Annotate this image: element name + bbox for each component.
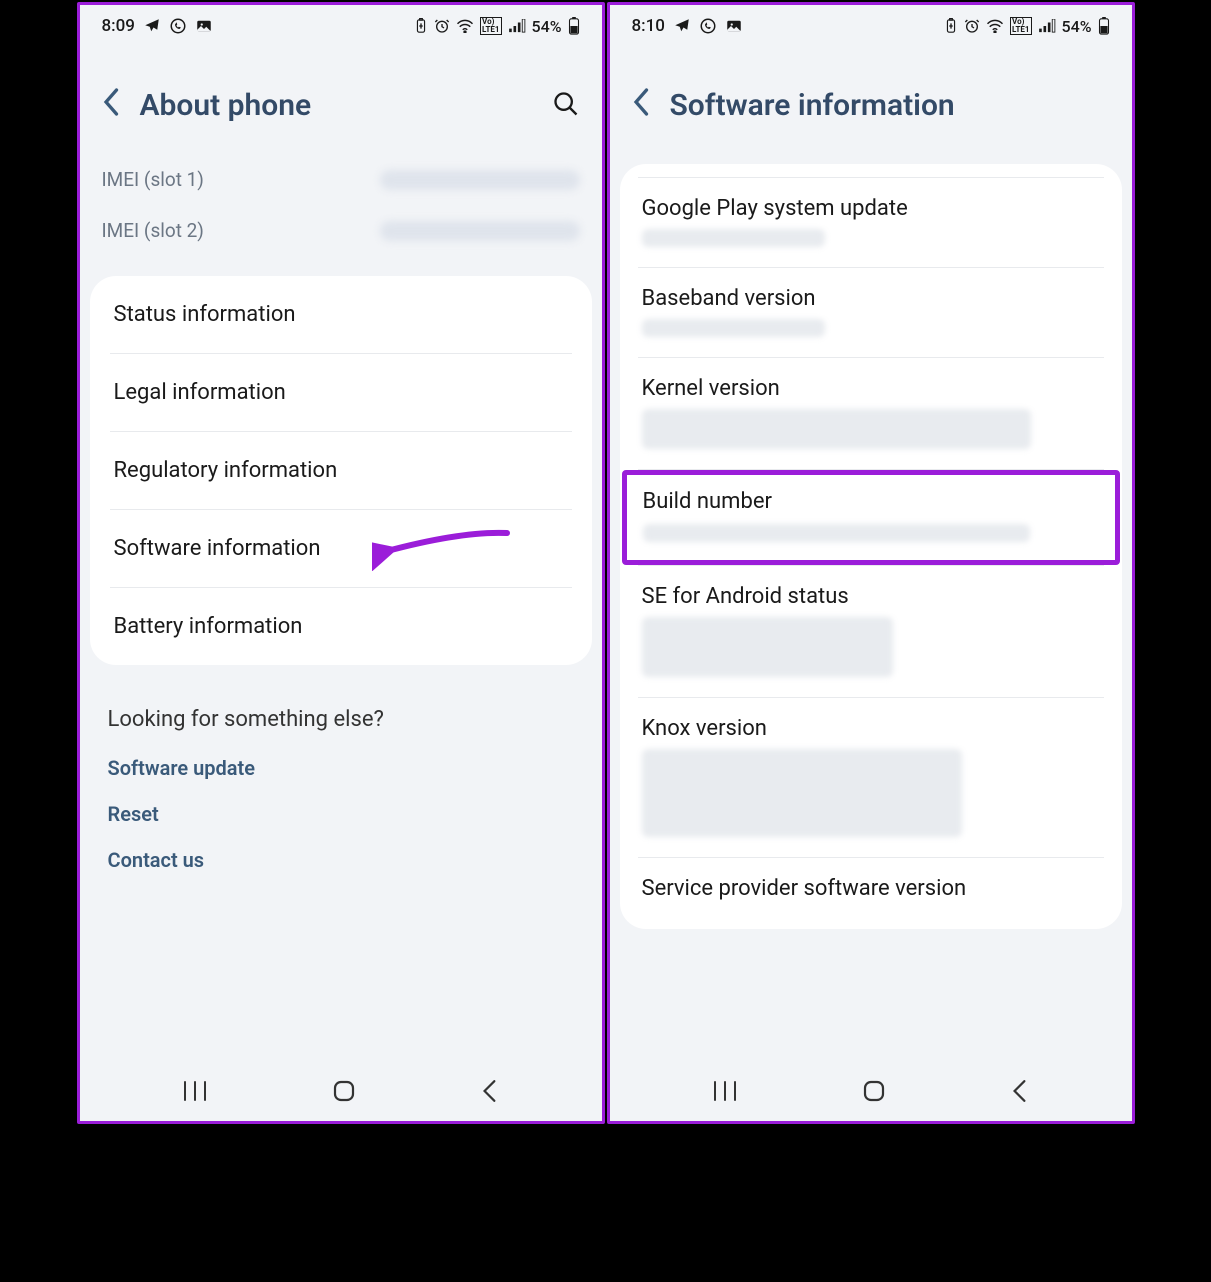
imei-slot-2-row[interactable]: IMEI (slot 2) — [102, 205, 580, 256]
back-button[interactable] — [102, 87, 122, 124]
info-card: Status information Legal information Reg… — [90, 276, 592, 665]
software-information-item[interactable]: Software information — [110, 510, 572, 588]
imei1-value-blurred — [380, 170, 580, 190]
volte-icon: Vo)LTE1 — [480, 17, 502, 35]
alarm-icon — [964, 18, 980, 34]
footer-section: Looking for something else? Software upd… — [80, 685, 602, 916]
home-button[interactable] — [332, 1079, 356, 1107]
signal-icon — [1038, 19, 1056, 33]
knox-version-item[interactable]: Knox version — [638, 698, 1104, 858]
signal-icon — [508, 19, 526, 33]
statusbar-right: Vo)LTE1 54% — [414, 17, 579, 36]
software-update-link[interactable]: Software update — [108, 756, 574, 780]
battery-information-item[interactable]: Battery information — [110, 588, 572, 665]
annotation-arrow-icon — [372, 521, 512, 577]
battery-icon — [1098, 17, 1110, 35]
page-header: Software information — [610, 47, 1132, 154]
imei-slot-1-row[interactable]: IMEI (slot 1) — [102, 154, 580, 205]
build-number-item[interactable]: Build number — [638, 470, 1104, 566]
battery-percent: 54% — [1062, 17, 1092, 36]
photo-icon — [725, 17, 743, 35]
telegram-icon — [143, 17, 161, 35]
nav-bar — [80, 1065, 602, 1121]
battery-icon — [568, 17, 580, 35]
whatsapp-icon — [169, 17, 187, 35]
status-information-item[interactable]: Status information — [110, 276, 572, 354]
status-time: 8:09 — [102, 16, 135, 36]
regulatory-information-item[interactable]: Regulatory information — [110, 432, 572, 510]
recents-button[interactable] — [712, 1080, 738, 1106]
value-blurred — [642, 229, 825, 247]
page-title: Software information — [670, 88, 1110, 123]
statusbar: 8:10 Vo)LTE1 54% — [610, 5, 1132, 47]
battery-saver-icon — [944, 18, 958, 34]
volte-icon: Vo)LTE1 — [1010, 17, 1032, 35]
imei2-value-blurred — [380, 221, 580, 241]
search-button[interactable] — [552, 90, 580, 122]
legal-information-item[interactable]: Legal information — [110, 354, 572, 432]
status-time: 8:10 — [632, 16, 665, 36]
battery-percent: 54% — [532, 17, 562, 36]
page-title: About phone — [140, 88, 534, 123]
recents-button[interactable] — [182, 1080, 208, 1106]
value-blurred — [642, 409, 1031, 449]
value-blurred — [642, 617, 894, 677]
imei-section: IMEI (slot 1) IMEI (slot 2) — [80, 154, 602, 256]
whatsapp-icon — [699, 17, 717, 35]
statusbar: 8:09 Vo)LTE1 54% — [80, 5, 602, 47]
contact-us-link[interactable]: Contact us — [108, 848, 574, 872]
telegram-icon — [673, 17, 691, 35]
back-nav-button[interactable] — [480, 1079, 500, 1107]
alarm-icon — [434, 18, 450, 34]
wifi-icon — [456, 19, 474, 33]
kernel-version-item[interactable]: Kernel version — [638, 358, 1104, 470]
phone-right: 8:10 Vo)LTE1 54% Software information Go… — [607, 2, 1135, 1124]
imei1-label: IMEI (slot 1) — [102, 168, 204, 191]
page-header: About phone — [80, 47, 602, 154]
home-button[interactable] — [862, 1079, 886, 1107]
value-blurred — [642, 749, 963, 837]
photo-icon — [195, 17, 213, 35]
nav-bar — [610, 1065, 1132, 1121]
service-provider-version-item[interactable]: Service provider software version — [638, 858, 1104, 929]
reset-link[interactable]: Reset — [108, 802, 574, 826]
imei2-label: IMEI (slot 2) — [102, 219, 204, 242]
wifi-icon — [986, 19, 1004, 33]
phone-left: 8:09 Vo)LTE1 54% About phone IMEI (slot … — [77, 2, 605, 1124]
back-nav-button[interactable] — [1010, 1079, 1030, 1107]
back-button[interactable] — [632, 87, 652, 124]
software-info-card: Google Play system update Baseband versi… — [620, 164, 1122, 929]
build-number-highlight: Build number — [622, 470, 1120, 565]
footer-heading: Looking for something else? — [108, 707, 574, 732]
statusbar-left: 8:10 — [632, 16, 743, 36]
google-play-update-item[interactable]: Google Play system update — [638, 178, 1104, 268]
statusbar-left: 8:09 — [102, 16, 213, 36]
baseband-version-item[interactable]: Baseband version — [638, 268, 1104, 358]
se-android-status-item[interactable]: SE for Android status — [638, 566, 1104, 698]
battery-saver-icon — [414, 18, 428, 34]
content-area: Google Play system update Baseband versi… — [610, 154, 1132, 1065]
value-blurred — [643, 524, 1031, 542]
statusbar-right: Vo)LTE1 54% — [944, 17, 1109, 36]
content-area: IMEI (slot 1) IMEI (slot 2) Status infor… — [80, 154, 602, 1065]
value-blurred — [642, 319, 825, 337]
